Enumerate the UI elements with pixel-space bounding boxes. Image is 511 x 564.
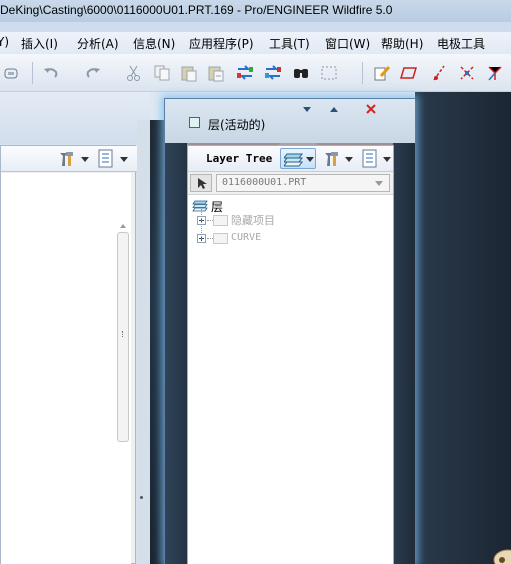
- layer-tree-toolbar: Layer Tree: [188, 146, 393, 172]
- menu-item-applications[interactable]: 应用程序(P): [189, 35, 254, 52]
- csys-icon[interactable]: [486, 64, 504, 82]
- menu-item-help[interactable]: 帮助(H): [381, 35, 423, 52]
- active-model-select[interactable]: 0116000U01.PRT: [216, 174, 390, 192]
- menu-item-tools[interactable]: 工具(T): [269, 35, 310, 52]
- layers-dropdown-icon: [306, 157, 314, 162]
- tree-item-curve[interactable]: CURVE: [188, 230, 393, 247]
- show-list-icon[interactable]: [97, 149, 115, 169]
- axis-icon[interactable]: [430, 64, 448, 82]
- select-box-icon[interactable]: [320, 64, 338, 82]
- copy-icon[interactable]: [153, 64, 171, 82]
- tree-item-label: 隐藏项目: [231, 214, 275, 227]
- menu-item-window[interactable]: 窗口(W): [325, 35, 370, 52]
- menu-bar: Y) 插入(I) 分析(A) 信息(N) 应用程序(P) 工具(T) 窗口(W)…: [0, 32, 511, 54]
- dialog-title-bar[interactable]: 层(活动的): [165, 99, 415, 143]
- model-tree[interactable]: [1, 173, 131, 564]
- main-toolbar: [0, 54, 511, 129]
- left-region: [0, 92, 150, 564]
- window-title: DeKing\Casting\6000\0116000U01.PRT.169 -…: [0, 3, 393, 17]
- menu-item-electrode-tools[interactable]: 电极工具: [437, 35, 485, 52]
- layer-icon: [213, 233, 228, 244]
- settings-dropdown-icon[interactable]: [81, 157, 89, 162]
- copy-geometry-icon[interactable]: [236, 64, 254, 82]
- layer-tree-panel: Layer Tree 0116000U01.PRT 层 隐藏项目 CURVE: [187, 145, 394, 564]
- paste-special-icon[interactable]: [207, 64, 225, 82]
- menu-item-partial[interactable]: Y): [0, 35, 9, 49]
- dialog-frame-right: [393, 99, 415, 564]
- cut-icon[interactable]: [125, 64, 143, 82]
- undo-icon[interactable]: [42, 64, 60, 82]
- point-icon[interactable]: [458, 64, 476, 82]
- layer-tree-label: Layer Tree: [206, 152, 273, 165]
- layers-dialog: 层(活动的) Layer Tree 0116000U01.PRT 层 隐藏项目 …: [164, 98, 415, 564]
- menu-item-info[interactable]: 信息(N): [133, 35, 175, 52]
- plane-icon[interactable]: [400, 64, 418, 82]
- sketch-icon[interactable]: [373, 64, 391, 82]
- toolbar-separator: [32, 62, 33, 84]
- paste-icon[interactable]: [180, 64, 198, 82]
- tree-item-hidden-items[interactable]: 隐藏项目: [188, 212, 393, 229]
- model-dropdown-icon: [375, 181, 383, 186]
- menu-item-analysis[interactable]: 分析(A): [77, 35, 119, 52]
- active-model-row: 0116000U01.PRT: [188, 173, 393, 193]
- settings-tools-icon[interactable]: [57, 150, 75, 168]
- pointer-icon: [198, 178, 207, 189]
- redo-icon[interactable]: [84, 64, 102, 82]
- merge-icon[interactable]: [264, 64, 282, 82]
- layer-tree[interactable]: 层 隐藏项目 CURVE: [188, 194, 393, 564]
- tree-vertical-connector: [201, 209, 202, 239]
- collapse-down-icon[interactable]: [300, 103, 314, 115]
- layer-show-dropdown-icon[interactable]: [383, 157, 391, 162]
- active-model-name: 0116000U01.PRT: [222, 177, 307, 188]
- title-spacer: [0, 22, 511, 32]
- graphics-area-right: [415, 92, 511, 564]
- model-tree-toolbar: [1, 146, 137, 172]
- show-dropdown-icon[interactable]: [120, 157, 128, 162]
- layers-root-icon: [192, 200, 208, 212]
- dialog-title: 层(活动的): [208, 118, 266, 132]
- model-tree-panel: [0, 145, 137, 564]
- model-tree-scrollbar[interactable]: [117, 232, 129, 442]
- collapse-up-icon[interactable]: [327, 103, 341, 115]
- navigator-header: [0, 92, 150, 144]
- model-corner-feature: [493, 549, 511, 564]
- close-icon[interactable]: [364, 103, 378, 115]
- layer-show-icon[interactable]: [361, 149, 379, 169]
- layers-icon: [284, 153, 303, 167]
- layer-settings-dropdown-icon[interactable]: [345, 157, 353, 162]
- scroll-grip-icon: [122, 331, 124, 337]
- select-model-button[interactable]: [190, 174, 212, 192]
- find-icon[interactable]: [292, 64, 310, 82]
- dialog-frame-left: [165, 99, 187, 564]
- layer-window-icon: [189, 117, 200, 128]
- scroll-up-icon[interactable]: [120, 224, 126, 228]
- layers-button[interactable]: [280, 148, 316, 169]
- regenerate-icon[interactable]: [2, 64, 20, 82]
- window-title-bar: DeKing\Casting\6000\0116000U01.PRT.169 -…: [0, 0, 511, 22]
- toolbar-separator: [362, 62, 363, 84]
- tree-item-label: CURVE: [231, 232, 262, 243]
- layer-settings-icon[interactable]: [322, 150, 340, 168]
- menu-item-insert[interactable]: 插入(I): [21, 35, 58, 52]
- splitter[interactable]: [137, 120, 150, 564]
- splitter-grip-icon: [140, 496, 143, 499]
- layer-icon: [213, 215, 228, 226]
